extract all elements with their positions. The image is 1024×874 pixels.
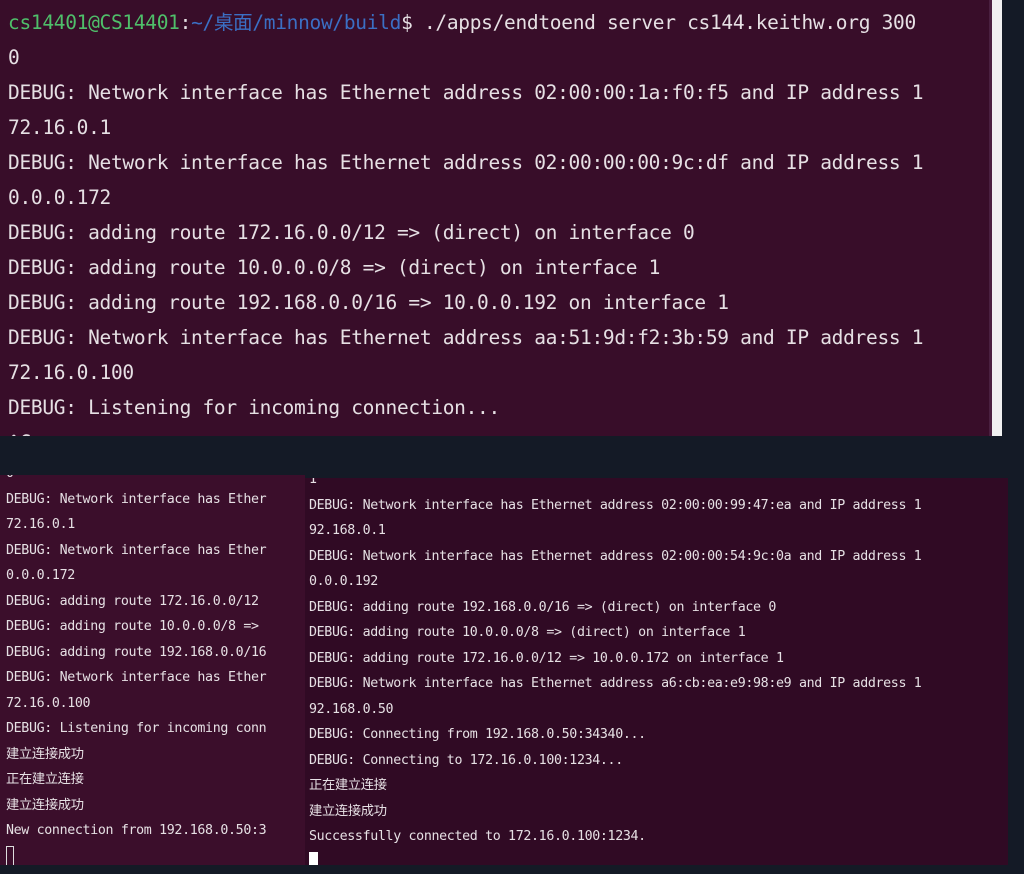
terminal-line: Successfully connected to 172.16.0.100:1…	[309, 829, 646, 844]
terminal-line: 建立连接成功	[6, 797, 84, 813]
terminal-line: DEBUG: adding route 172.16.0.0/12 => 10.…	[309, 650, 784, 666]
terminal-line: 0.0.0.192	[309, 574, 378, 589]
cursor-line	[6, 844, 266, 865]
bottom-right-terminal[interactable]: 1 DEBUG: Network interface has Ethernet a…	[305, 478, 1008, 865]
terminal-line: DEBUG: Network interface has Ether	[6, 542, 267, 558]
terminal-line: DEBUG: adding route 10.0.0.0/8 => (direc…	[8, 256, 661, 279]
terminal-line: 建立连接成功	[309, 803, 387, 819]
terminal-line: 72.16.0.100	[6, 695, 91, 711]
prompt-line: cs14401@CS14401:~/桌面/minnow/build$ ./app…	[8, 5, 923, 40]
terminal-line: DEBUG: Network interface has Ethernet ad…	[8, 81, 924, 104]
terminal-line: DEBUG: adding route 192.168.0.0/16 => 10…	[8, 291, 729, 314]
terminal-line: DEBUG: adding route 172.16.0.0/12	[6, 593, 259, 609]
terminal-line: 0.0.0.172	[6, 568, 75, 583]
terminal-cursor	[6, 845, 14, 865]
terminal-line: DEBUG: Network interface has Ethernet ad…	[309, 548, 922, 564]
bottom-left-terminal[interactable]: 0 DEBUG: Network interface has Ether 72.16…	[0, 475, 305, 865]
terminal-line: 建立连接成功	[6, 746, 84, 762]
prompt-user: cs14401@CS14401	[8, 11, 180, 34]
terminal-line: DEBUG: Connecting to 172.16.0.100:1234..…	[309, 752, 623, 768]
terminal-line: DEBUG: adding route 192.168.0.0/16	[6, 644, 267, 660]
prompt-path: ~/桌面/minnow/build	[191, 11, 402, 34]
terminal-line: DEBUG: adding route 172.16.0.0/12 => (di…	[8, 221, 695, 244]
terminal-line: 72.16.0.1	[6, 517, 75, 532]
terminal-line: DEBUG: Connecting from 192.168.0.50:3434…	[309, 727, 646, 742]
top-terminal[interactable]: cs14401@CS14401:~/桌面/minnow/build$ ./app…	[0, 0, 1002, 436]
terminal-line: DEBUG: adding route 192.168.0.0/16 => (d…	[309, 599, 776, 615]
prompt-dollar: $	[401, 11, 424, 34]
terminal-line: DEBUG: adding route 10.0.0.0/8 => (direc…	[309, 625, 746, 640]
terminal-line: 0.0.0.172	[8, 186, 111, 209]
top-terminal-output: cs14401@CS14401:~/桌面/minnow/build$ ./app…	[8, 5, 924, 436]
command-text: ./apps/endtoend server cs144.keithw.org …	[423, 11, 916, 34]
terminal-line: DEBUG: Network interface has Ethernet ad…	[8, 326, 924, 349]
terminal-line: DEBUG: Listening for incoming conn	[6, 721, 267, 736]
terminal-line: 正在建立连接	[6, 772, 84, 787]
terminal-line: DEBUG: Network interface has Ethernet ad…	[309, 497, 922, 513]
terminal-line: 72.16.0.1	[8, 116, 111, 139]
terminal-line: DEBUG: Network interface has Ethernet ad…	[8, 151, 924, 174]
terminal-line: 0	[6, 475, 266, 487]
terminal-line: DEBUG: Listening for incoming connection…	[8, 396, 500, 419]
terminal-line: 72.16.0.100	[8, 361, 134, 384]
terminal-line: 正在建立连接	[309, 778, 387, 793]
terminal-line: DEBUG: adding route 10.0.0.0/8 =>	[6, 619, 259, 634]
terminal-line: 92.168.0.50	[309, 701, 394, 717]
cursor-line	[309, 850, 921, 865]
terminal-line: 0	[8, 46, 20, 69]
bottom-right-terminal-output: 1 DEBUG: Network interface has Ethernet a…	[309, 478, 922, 865]
terminal-line: ^C	[8, 425, 923, 436]
terminal-line: DEBUG: Network interface has Ethernet ad…	[309, 676, 922, 691]
terminal-line: DEBUG: Network interface has Ether	[6, 670, 267, 685]
terminal-line: 92.168.0.1	[309, 523, 386, 538]
bottom-left-terminal-output: 0 DEBUG: Network interface has Ether 72.16…	[6, 475, 267, 865]
prompt-separator: :	[179, 11, 192, 34]
terminal-cursor	[309, 851, 318, 865]
terminal-line: New connection from 192.168.0.50:3	[6, 823, 267, 838]
terminal-line: 1	[309, 478, 317, 487]
terminal-line: DEBUG: Network interface has Ether	[6, 491, 267, 507]
scrollbar[interactable]	[992, 0, 1002, 436]
